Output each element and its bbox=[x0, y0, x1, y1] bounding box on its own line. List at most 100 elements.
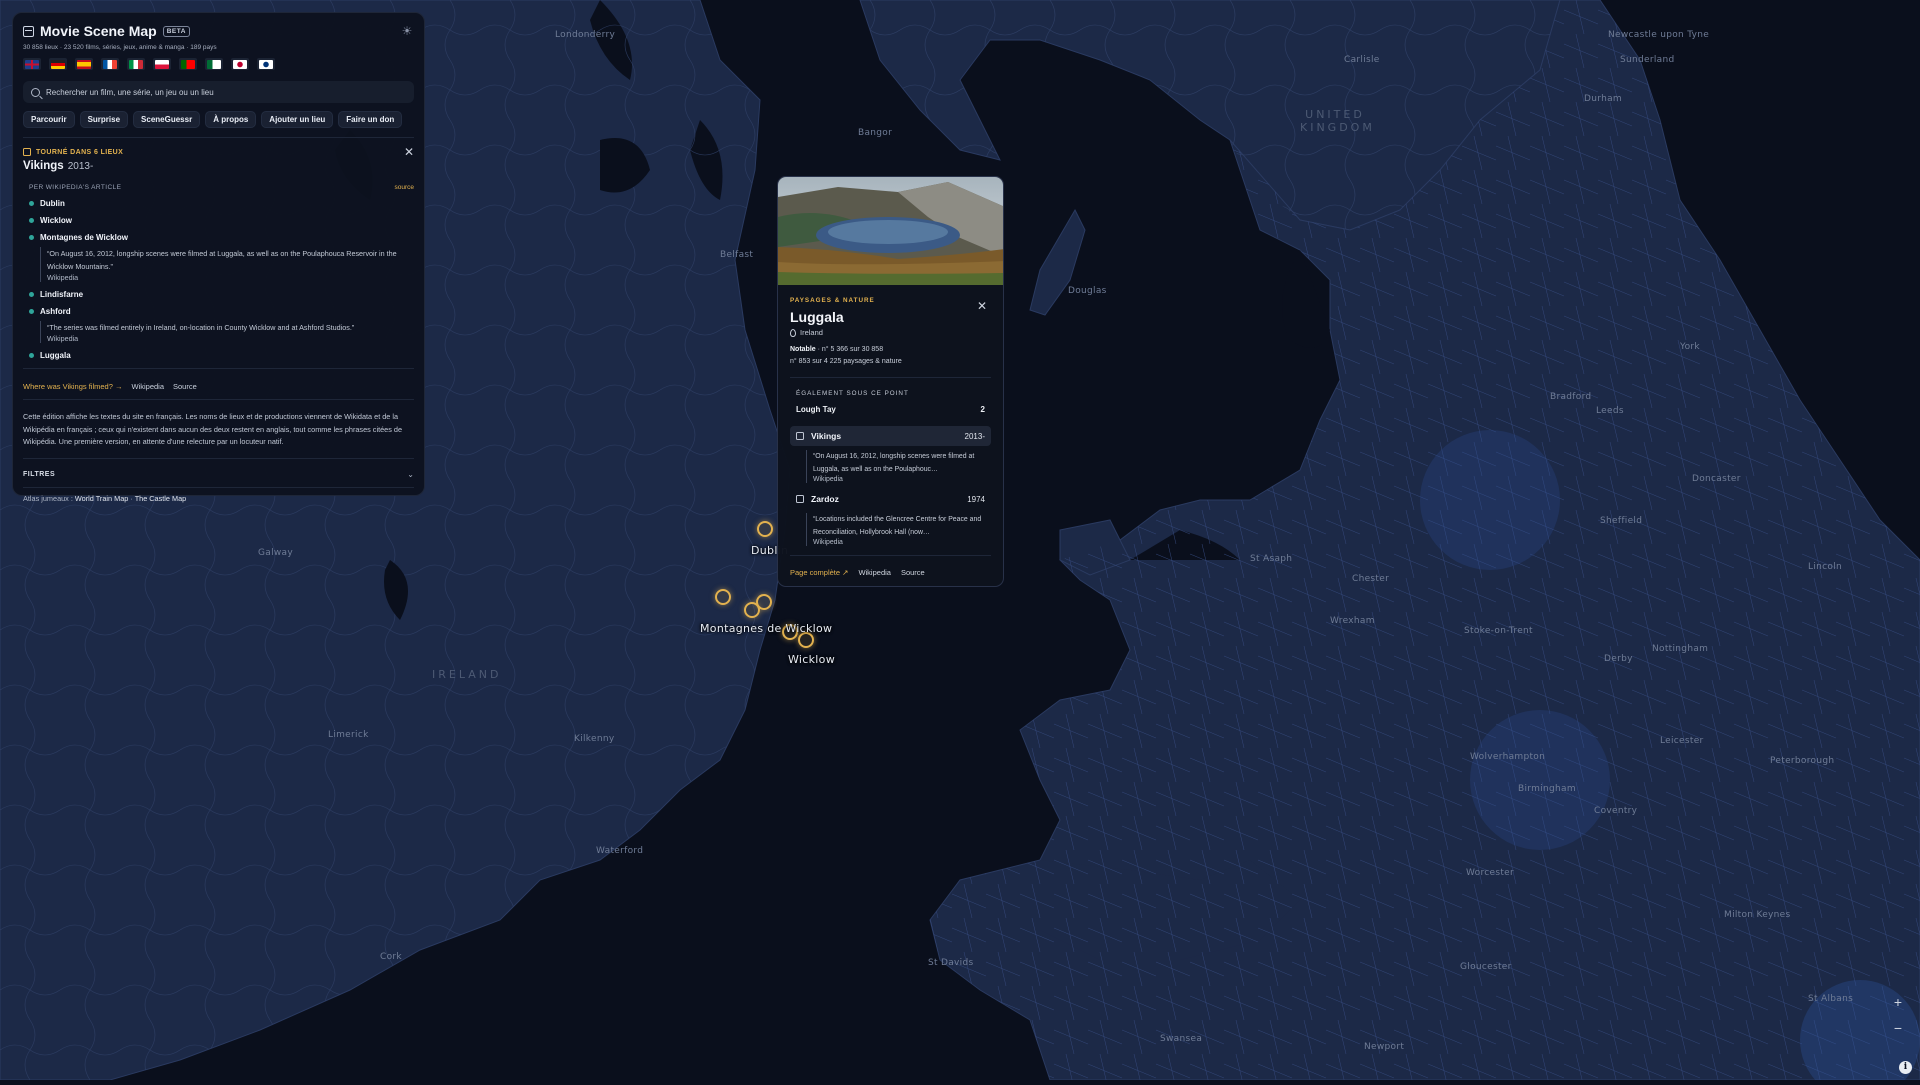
location-item[interactable]: Lindisfarne bbox=[23, 290, 414, 299]
twin-atlases: Atlas jumeaux : World Train Map · The Ca… bbox=[23, 494, 414, 503]
also-here-item[interactable]: Lough Tay 2 bbox=[790, 405, 991, 414]
map-label-place: Leeds bbox=[1596, 406, 1624, 416]
filters-toggle[interactable]: FILTRES ⌄ bbox=[23, 466, 414, 484]
map-label-place: Bangor bbox=[858, 128, 892, 138]
quote-text: “On August 16, 2012, longship scenes wer… bbox=[47, 247, 414, 273]
world-train-map-link[interactable]: World Train Map bbox=[75, 494, 128, 503]
language-flag-fr[interactable] bbox=[101, 58, 119, 70]
sceneguessr-button[interactable]: SceneGuessr bbox=[133, 111, 200, 128]
source-link[interactable]: Source bbox=[901, 568, 925, 577]
flag-icon bbox=[259, 60, 273, 69]
location-item[interactable]: Dublin bbox=[23, 199, 414, 208]
country-name: Ireland bbox=[800, 328, 823, 337]
where-filmed-link[interactable]: Where was Vikings filmed? → bbox=[23, 382, 122, 391]
popup-category: PAYSAGES & NATURE bbox=[790, 297, 991, 304]
quote-source[interactable]: Wikipedia bbox=[813, 476, 991, 483]
search-bar[interactable] bbox=[23, 81, 414, 103]
location-marker-dublin[interactable] bbox=[757, 521, 773, 537]
castle-map-link[interactable]: The Castle Map bbox=[135, 494, 187, 503]
map-label-uk: UNITED KINGDOM bbox=[1300, 108, 1370, 134]
external-link-icon: ↗ bbox=[842, 568, 848, 577]
close-icon[interactable]: ✕ bbox=[404, 147, 414, 157]
map-label-place: Wolverhampton bbox=[1470, 752, 1545, 762]
location-marker[interactable] bbox=[756, 594, 772, 610]
location-name: Ashford bbox=[40, 307, 71, 316]
donate-button[interactable]: Faire un don bbox=[338, 111, 402, 128]
sun-icon[interactable]: ☀ bbox=[400, 24, 414, 38]
rank-category: n° 853 sur 4 225 paysages & nature bbox=[790, 358, 902, 365]
location-item[interactable]: Luggala bbox=[23, 351, 414, 360]
full-page-label: Page complète bbox=[790, 568, 840, 577]
work-year: 2013- bbox=[965, 432, 985, 441]
map-label-place: Milton Keynes bbox=[1724, 910, 1791, 920]
tv-icon bbox=[796, 432, 804, 440]
browse-button[interactable]: Parcourir bbox=[23, 111, 75, 128]
close-icon[interactable]: ✕ bbox=[977, 299, 987, 313]
map-label-place: Bradford bbox=[1550, 392, 1591, 402]
map-label-place: Stoke-on-Trent bbox=[1464, 626, 1533, 636]
map-label-place: Doncaster bbox=[1692, 474, 1741, 484]
work-title: Zardoz bbox=[811, 494, 839, 504]
also-here-title: ÉGALEMENT SOUS CE POINT bbox=[790, 390, 991, 397]
map-label-place: York bbox=[1680, 342, 1700, 352]
search-input[interactable] bbox=[46, 88, 406, 97]
work-item[interactable]: Zardoz 1974 bbox=[790, 489, 991, 509]
location-item[interactable]: Montagnes de Wicklow bbox=[23, 233, 414, 242]
divider bbox=[23, 368, 414, 369]
quote-text: “The series was filmed entirely in Irela… bbox=[47, 321, 414, 334]
full-page-link[interactable]: Page complète ↗ bbox=[790, 568, 848, 577]
location-item[interactable]: Wicklow bbox=[23, 216, 414, 225]
language-flag-en[interactable] bbox=[23, 58, 41, 70]
map-label-place: Lincoln bbox=[1808, 562, 1842, 572]
map-label-place: St Asaph bbox=[1250, 554, 1292, 564]
quote-source[interactable]: Wikipedia bbox=[47, 273, 414, 282]
location-marker[interactable] bbox=[715, 589, 731, 605]
popup-title: Luggala bbox=[790, 309, 991, 325]
work-quote: “Locations included the Glencree Centre … bbox=[806, 513, 991, 546]
language-flag-ko[interactable] bbox=[257, 58, 275, 70]
map-label-place: Waterford bbox=[596, 846, 643, 856]
map-label-place: Worcester bbox=[1466, 868, 1514, 878]
surprise-button[interactable]: Surprise bbox=[80, 111, 128, 128]
location-item[interactable]: Ashford bbox=[23, 307, 414, 316]
language-flag-de[interactable] bbox=[49, 58, 67, 70]
info-icon[interactable]: i bbox=[1899, 1061, 1912, 1074]
location-dot bbox=[29, 235, 34, 240]
site-stats: 30 858 lieux · 23 520 films, séries, jeu… bbox=[23, 44, 414, 51]
zoom-out-button[interactable]: − bbox=[1888, 1018, 1908, 1038]
wikipedia-link[interactable]: Wikipedia bbox=[131, 382, 164, 391]
language-flag-ja[interactable] bbox=[231, 58, 249, 70]
location-quote: “On August 16, 2012, longship scenes wer… bbox=[40, 247, 414, 282]
language-flag-it[interactable] bbox=[127, 58, 145, 70]
lake-photo bbox=[778, 177, 1003, 285]
map-label-place: Derby bbox=[1604, 654, 1633, 664]
also-here-name: Lough Tay bbox=[796, 405, 836, 414]
divider bbox=[790, 555, 991, 556]
add-place-button[interactable]: Ajouter un lieu bbox=[261, 111, 333, 128]
sidebar-panel: Movie Scene Map BETA ☀ 30 858 lieux · 23… bbox=[12, 12, 425, 496]
source-link[interactable]: Source bbox=[173, 382, 197, 391]
work-links: Where was Vikings filmed? → Wikipedia So… bbox=[23, 382, 414, 391]
chevron-down-icon: ⌄ bbox=[407, 470, 414, 479]
location-photo bbox=[778, 177, 1003, 285]
language-flag-ar[interactable] bbox=[205, 58, 223, 70]
work-item-selected[interactable]: Vikings 2013- bbox=[790, 426, 991, 446]
map-label-place: Coventry bbox=[1594, 806, 1637, 816]
language-flag-es[interactable] bbox=[75, 58, 93, 70]
about-button[interactable]: À propos bbox=[205, 111, 256, 128]
zoom-in-button[interactable]: + bbox=[1888, 992, 1908, 1012]
quote-source[interactable]: Wikipedia bbox=[47, 334, 414, 343]
location-dot bbox=[29, 201, 34, 206]
work-title: Vikings bbox=[811, 431, 841, 441]
quote-source[interactable]: Wikipedia bbox=[813, 539, 991, 546]
map-label-ireland: IRELAND bbox=[432, 668, 501, 681]
wikipedia-link[interactable]: Wikipedia bbox=[858, 568, 891, 577]
language-flag-pl[interactable] bbox=[153, 58, 171, 70]
language-flag-pt[interactable] bbox=[179, 58, 197, 70]
tv-icon bbox=[23, 148, 31, 156]
map-label-place: Newport bbox=[1364, 1042, 1404, 1052]
work-year: 2013- bbox=[68, 161, 94, 172]
app-title[interactable]: Movie Scene Map bbox=[40, 23, 157, 39]
flag-icon bbox=[129, 60, 143, 69]
source-link[interactable]: source bbox=[394, 184, 414, 191]
